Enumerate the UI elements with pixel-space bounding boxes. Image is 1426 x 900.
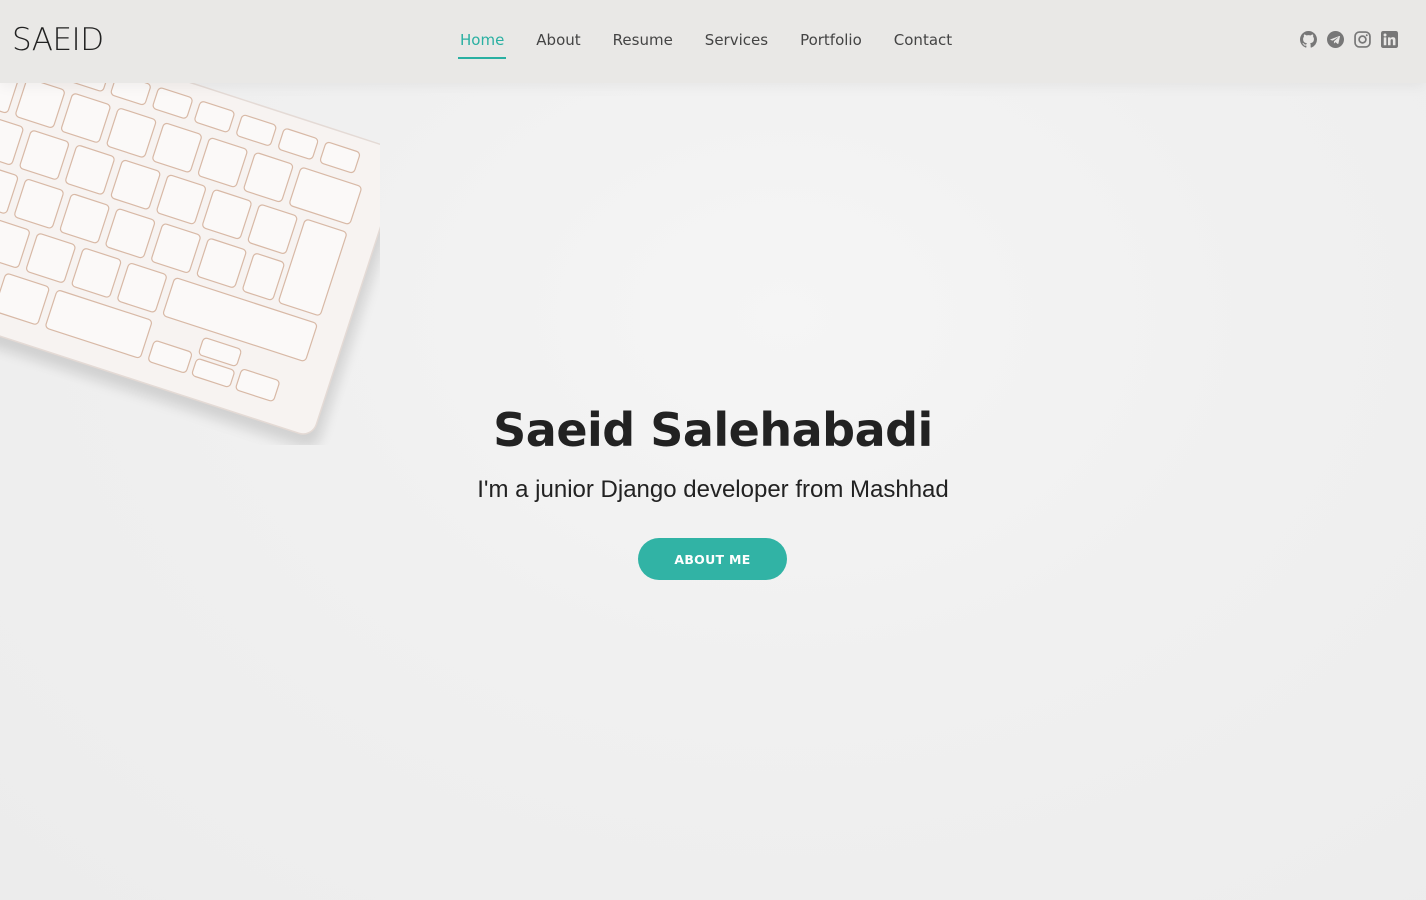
nav-item-home[interactable]: Home	[444, 0, 520, 83]
github-icon[interactable]	[1300, 31, 1317, 48]
nav-item-services[interactable]: Services	[689, 0, 784, 83]
telegram-icon[interactable]	[1327, 31, 1344, 48]
main-nav: Home About Resume Services Portfolio Con…	[444, 0, 968, 83]
hero-subtitle: I'm a junior Django developer from Mashh…	[477, 476, 949, 503]
nav-item-resume[interactable]: Resume	[597, 0, 689, 83]
nav-item-contact[interactable]: Contact	[878, 0, 968, 83]
about-me-button[interactable]: ABOUT ME	[638, 538, 787, 580]
nav-item-about[interactable]: About	[520, 0, 596, 83]
hero-title: Saeid Salehabadi	[493, 403, 933, 457]
hero-section: Saeid Salehabadi I'm a junior Django dev…	[0, 0, 1426, 900]
site-logo[interactable]: SAEID	[12, 22, 104, 58]
instagram-icon[interactable]	[1354, 31, 1371, 48]
social-links	[1300, 31, 1398, 48]
nav-item-portfolio[interactable]: Portfolio	[784, 0, 878, 83]
site-header: SAEID Home About Resume Services Portfol…	[0, 0, 1426, 83]
linkedin-icon[interactable]	[1381, 31, 1398, 48]
